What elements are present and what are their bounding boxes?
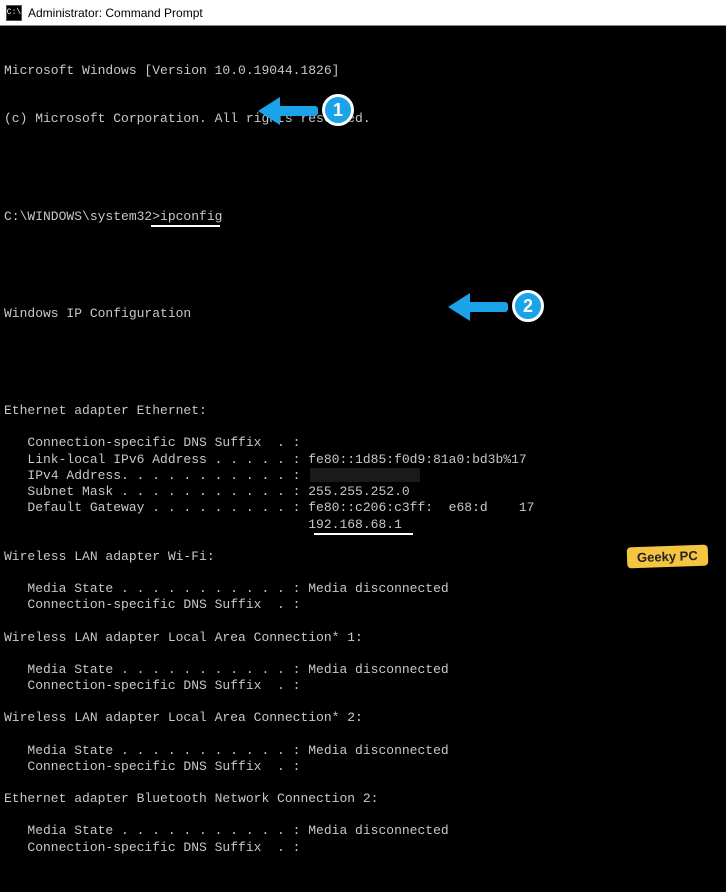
prompt-line[interactable]: C:\WINDOWS\system32>ipconfig <box>4 209 722 225</box>
window-titlebar[interactable]: C:\ Administrator: Command Prompt <box>0 0 726 26</box>
cmd-icon: C:\ <box>6 5 22 21</box>
adapter-title: Wireless LAN adapter Wi-Fi: <box>4 549 722 565</box>
row-value: Media disconnected <box>308 743 448 758</box>
row-label: Connection-specific DNS Suffix . : <box>4 840 308 855</box>
adapter-row: Connection-specific DNS Suffix . : <box>4 840 722 856</box>
row-label: Subnet Mask . . . . . . . . . . . : <box>4 484 308 499</box>
cmd-icon-text: C:\ <box>7 9 21 17</box>
adapter-row: 192.168.68.1 <box>4 517 722 533</box>
row-value: Media disconnected <box>308 823 448 838</box>
adapter-row: Media State . . . . . . . . . . . : Medi… <box>4 581 722 597</box>
row-value: fe80::c206:c3ff: e68:d 17 <box>308 500 534 515</box>
adapter-row: Media State . . . . . . . . . . . : Medi… <box>4 823 722 839</box>
row-value: 255.255.252.0 <box>308 484 409 499</box>
adapter-title: Ethernet adapter Ethernet: <box>4 403 722 419</box>
adapter-row: Connection-specific DNS Suffix . : <box>4 678 722 694</box>
prompt-text: C:\WINDOWS\system32> <box>4 209 160 224</box>
adapter-title: Ethernet adapter Bluetooth Network Conne… <box>4 791 722 807</box>
adapter-row: IPv4 Address. . . . . . . . . . . : <box>4 468 722 484</box>
adapter-title: Wireless LAN adapter Local Area Connecti… <box>4 710 722 726</box>
row-value: Media disconnected <box>308 662 448 677</box>
row-label: Media State . . . . . . . . . . . : <box>4 743 308 758</box>
redacted-value <box>310 468 420 482</box>
row-label: Default Gateway . . . . . . . . . : <box>4 500 308 515</box>
row-value: Media disconnected <box>308 581 448 596</box>
adapter-row: Connection-specific DNS Suffix . : <box>4 435 722 451</box>
ipconfig-heading: Windows IP Configuration <box>4 306 722 322</box>
row-value: 192.168.68.1 <box>308 517 402 532</box>
window-title: Administrator: Command Prompt <box>28 6 203 20</box>
ip-underline <box>314 533 413 535</box>
version-line: Microsoft Windows [Version 10.0.19044.18… <box>4 63 722 79</box>
row-value: fe80::1d85:f0d9:81a0:bd3b%17 <box>308 452 526 467</box>
copyright-line: (c) Microsoft Corporation. All rights re… <box>4 111 722 127</box>
row-label: IPv4 Address. . . . . . . . . . . : <box>4 468 308 483</box>
command-text: ipconfig <box>160 209 222 224</box>
row-label: Connection-specific DNS Suffix . : <box>4 759 308 774</box>
row-label: Connection-specific DNS Suffix . : <box>4 597 308 612</box>
row-label: Media State . . . . . . . . . . . : <box>4 581 308 596</box>
row-label: Media State . . . . . . . . . . . : <box>4 662 308 677</box>
adapter-row: Media State . . . . . . . . . . . : Medi… <box>4 743 722 759</box>
adapter-row: Default Gateway . . . . . . . . . : fe80… <box>4 500 722 516</box>
adapter-row: Link-local IPv6 Address . . . . . : fe80… <box>4 452 722 468</box>
adapter-row: Connection-specific DNS Suffix . : <box>4 597 722 613</box>
adapter-row: Subnet Mask . . . . . . . . . . . : 255.… <box>4 484 722 500</box>
adapter-title: Wireless LAN adapter Local Area Connecti… <box>4 630 722 646</box>
command-underline <box>151 225 220 227</box>
adapter-row: Media State . . . . . . . . . . . : Medi… <box>4 662 722 678</box>
row-label: Connection-specific DNS Suffix . : <box>4 678 308 693</box>
adapter-row: Connection-specific DNS Suffix . : <box>4 759 722 775</box>
row-label: Link-local IPv6 Address . . . . . : <box>4 452 308 467</box>
watermark-badge: Geeky PC <box>627 545 708 569</box>
terminal-output: Microsoft Windows [Version 10.0.19044.18… <box>0 26 726 892</box>
row-label: Connection-specific DNS Suffix . : <box>4 435 308 450</box>
row-label: Media State . . . . . . . . . . . : <box>4 823 308 838</box>
